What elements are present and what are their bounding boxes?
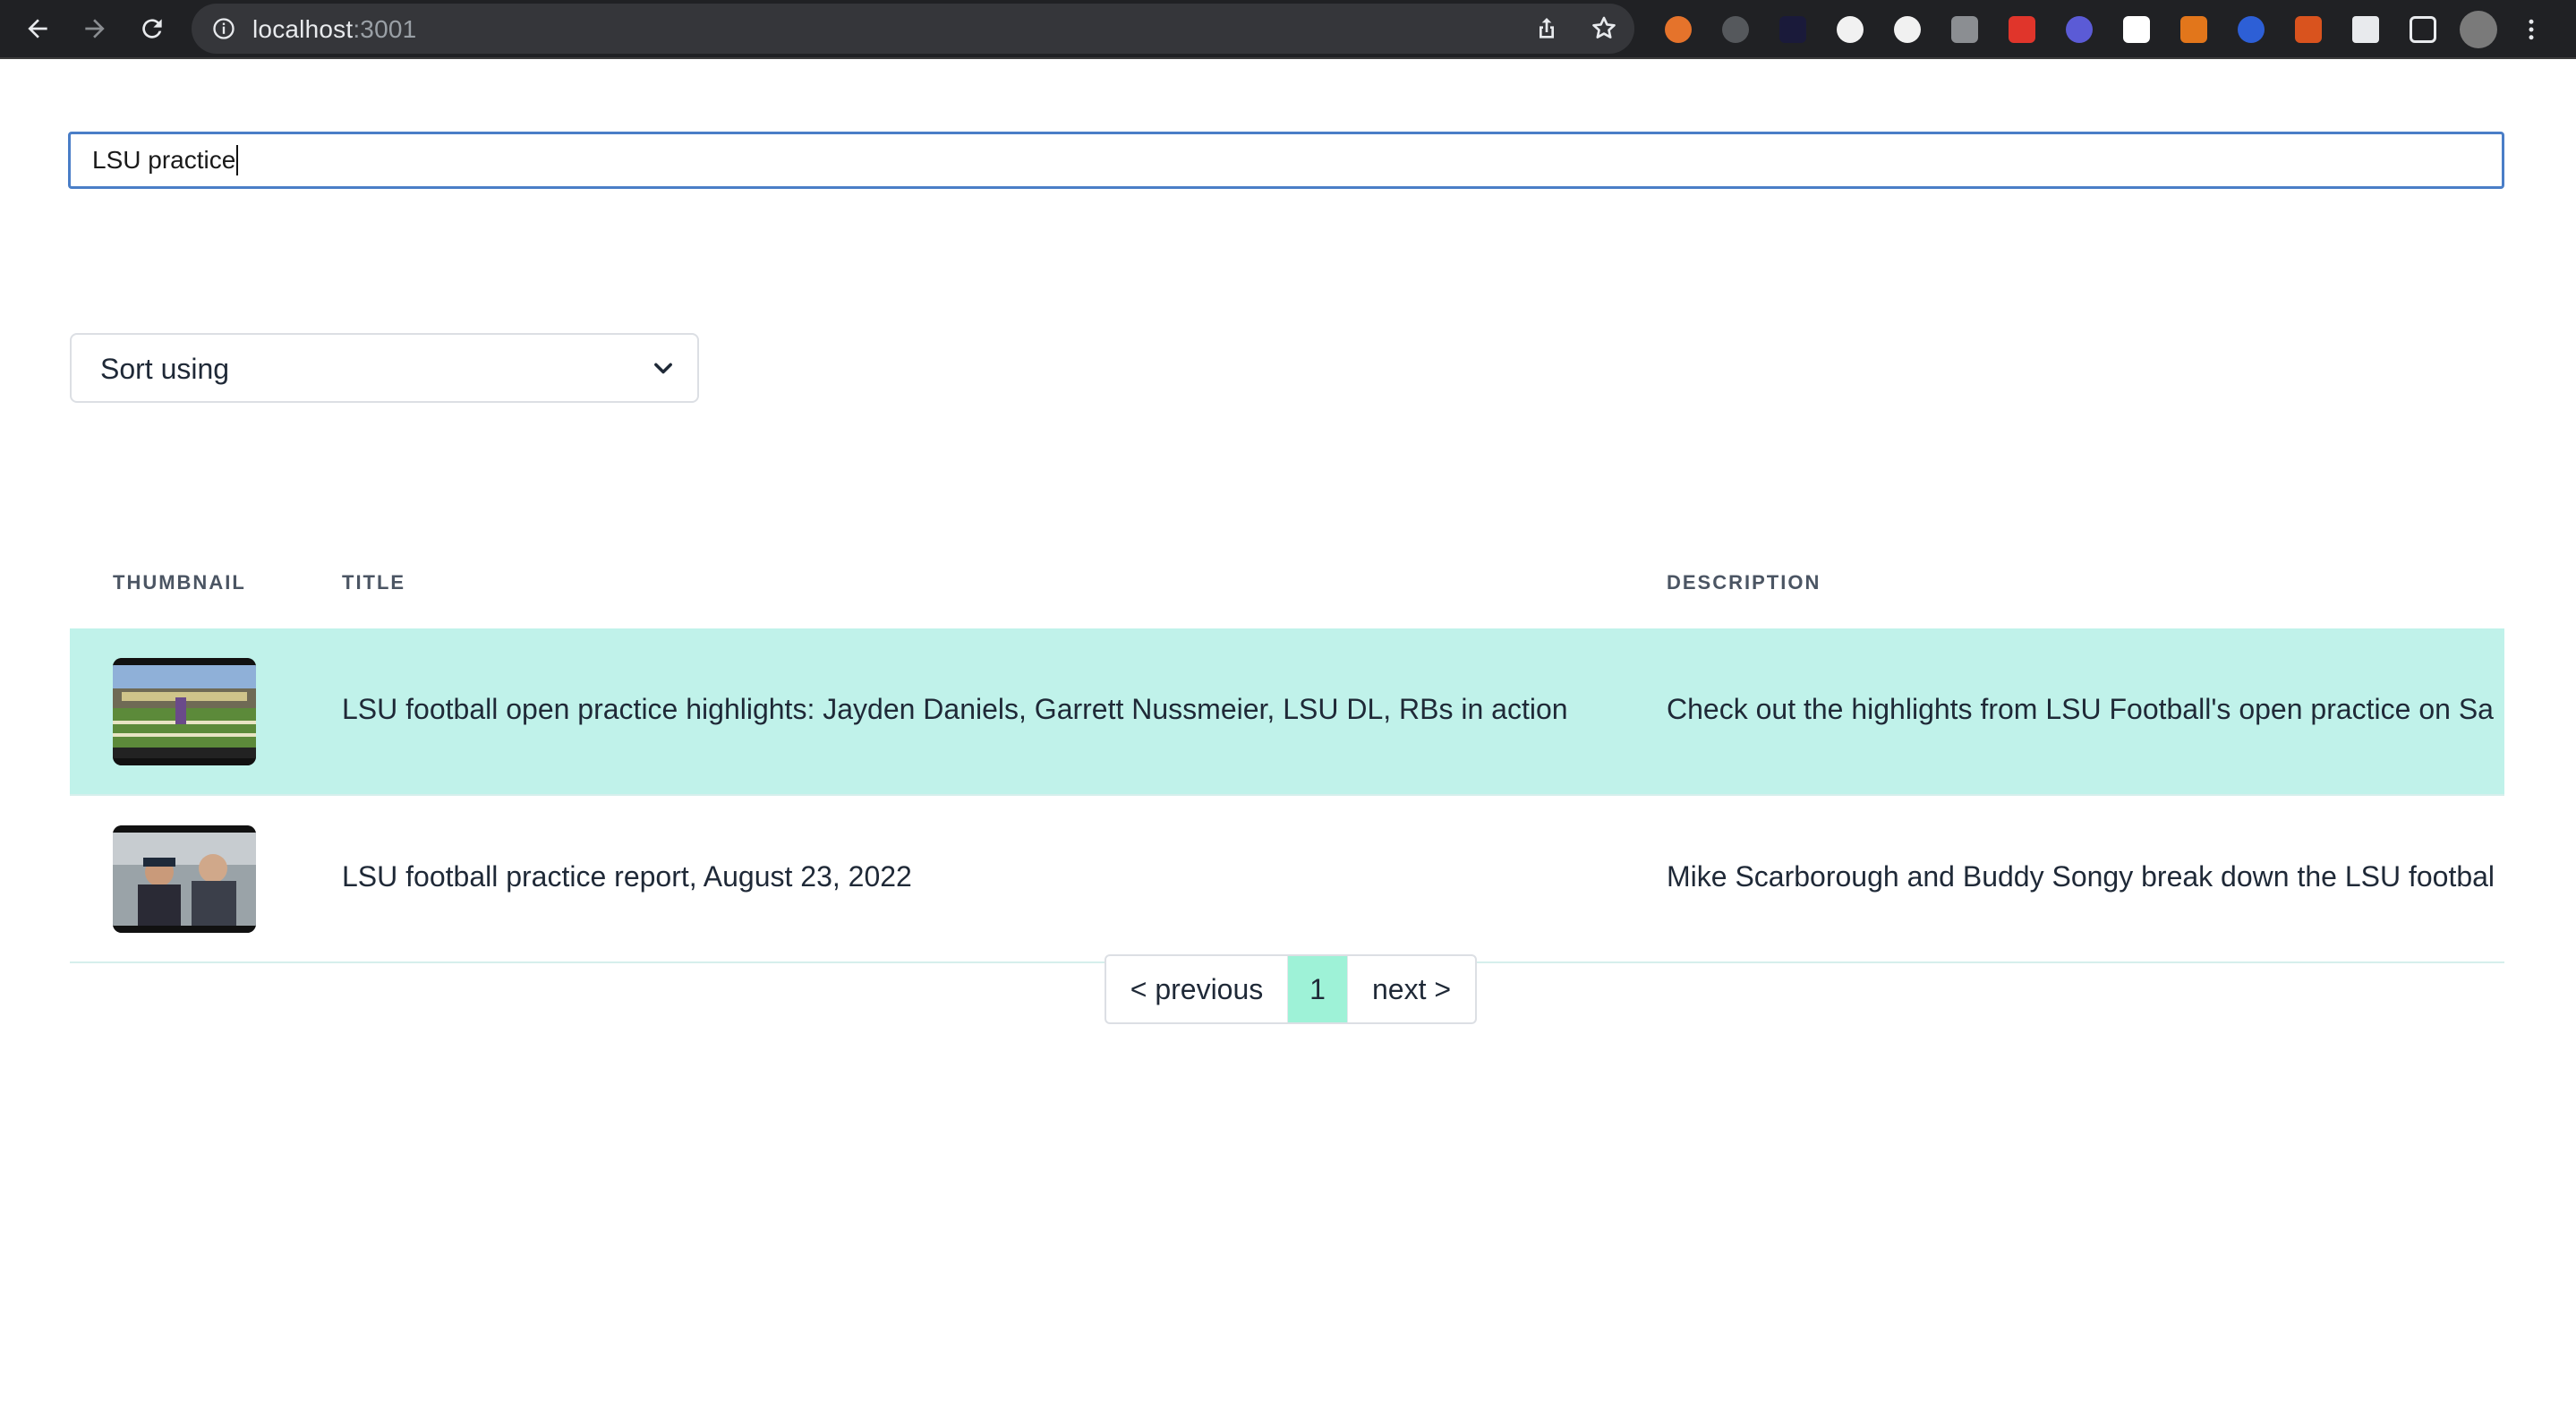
address-bar[interactable]: localhost:3001 xyxy=(192,4,1634,54)
share-icon[interactable] xyxy=(1532,14,1561,43)
forward-arrow-icon xyxy=(85,19,105,38)
extension-braces-icon[interactable] xyxy=(1894,16,1921,43)
table-row[interactable]: LSU football open practice highlights: J… xyxy=(70,628,2504,796)
page-content: LSU practice Sort using THUMBNAIL TITLE … xyxy=(0,61,2576,1427)
reload-button[interactable] xyxy=(132,9,172,48)
reload-icon xyxy=(142,19,162,38)
table-row[interactable]: LSU football practice report, August 23,… xyxy=(70,796,2504,963)
extension-e-icon[interactable] xyxy=(1951,16,1978,43)
extension-wave-icon[interactable] xyxy=(2238,16,2265,43)
stadium-thumbnail-image xyxy=(113,658,256,765)
back-arrow-icon xyxy=(28,19,47,38)
extension-off-icon[interactable] xyxy=(2295,16,2322,43)
reporters-thumbnail-image xyxy=(113,825,256,933)
bookmark-star-icon[interactable] xyxy=(1590,14,1618,43)
extensions-puzzle-icon[interactable] xyxy=(2352,16,2379,43)
current-page-indicator[interactable]: 1 xyxy=(1288,956,1347,1022)
back-button[interactable] xyxy=(18,9,57,48)
extension-red-icon[interactable] xyxy=(2009,16,2035,43)
url-port: :3001 xyxy=(353,15,417,43)
column-header-title: TITLE xyxy=(342,571,406,594)
extensions-area xyxy=(1651,4,2563,54)
browser-toolbar: localhost:3001 xyxy=(0,0,2576,59)
site-info-icon[interactable] xyxy=(211,16,236,41)
text-caret xyxy=(236,145,239,175)
extension-shield-icon[interactable] xyxy=(1722,16,1749,43)
row-description: Mike Scarborough and Buddy Songy break d… xyxy=(1667,860,2495,893)
column-header-description: DESCRIPTION xyxy=(1667,571,1821,594)
previous-page-button[interactable]: < previous xyxy=(1106,956,1288,1022)
sort-select[interactable]: Sort using xyxy=(70,333,699,403)
chrome-menu-icon[interactable] xyxy=(2524,16,2538,43)
extension-b-icon[interactable] xyxy=(1665,16,1692,43)
results-table: THUMBNAIL TITLE DESCRIPTION LSU football… xyxy=(70,544,2504,963)
pagination: < previous 1 next > xyxy=(1105,954,1477,1024)
search-input[interactable]: LSU practice xyxy=(68,132,2504,189)
row-description: Check out the highlights from LSU Footba… xyxy=(1667,693,2494,725)
chevron-down-icon xyxy=(654,363,672,374)
extension-json-icon[interactable] xyxy=(1837,16,1864,43)
side-panel-icon[interactable] xyxy=(2410,16,2436,43)
column-header-thumbnail: THUMBNAIL xyxy=(113,571,246,594)
search-input-value: LSU practice xyxy=(92,146,236,174)
video-thumbnail[interactable] xyxy=(113,825,256,933)
metamask-fox-icon[interactable] xyxy=(2180,16,2207,43)
profile-avatar[interactable] xyxy=(2460,11,2497,48)
extension-sparkle-icon[interactable] xyxy=(1779,16,1806,43)
forward-button[interactable] xyxy=(75,9,115,48)
extension-s-icon[interactable] xyxy=(2123,16,2150,43)
next-page-button[interactable]: next > xyxy=(1347,956,1475,1022)
url-text: localhost:3001 xyxy=(252,15,416,44)
url-host: localhost xyxy=(252,15,354,43)
row-title: LSU football practice report, August 23,… xyxy=(342,860,912,893)
video-thumbnail[interactable] xyxy=(113,658,256,765)
table-header: THUMBNAIL TITLE DESCRIPTION xyxy=(70,544,2504,628)
sort-select-label: Sort using xyxy=(100,353,230,385)
row-title: LSU football open practice highlights: J… xyxy=(342,693,1568,725)
extension-robot-icon[interactable] xyxy=(2066,16,2093,43)
